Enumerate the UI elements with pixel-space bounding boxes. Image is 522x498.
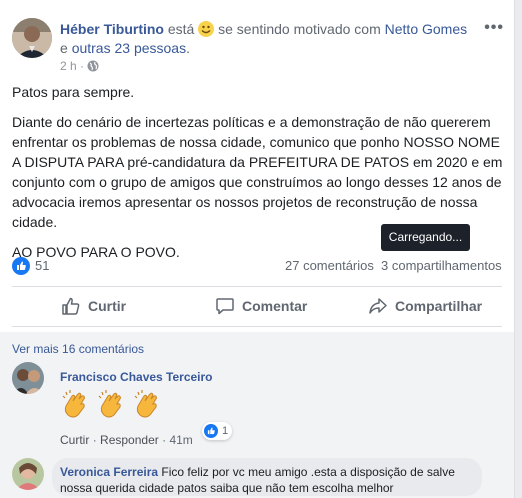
post-options-button[interactable]: ••• bbox=[484, 19, 504, 37]
share-arrow-icon bbox=[369, 298, 387, 314]
share-label: Compartilhar bbox=[395, 298, 483, 314]
commenter-name[interactable]: Veronica Ferreira bbox=[60, 465, 158, 479]
like-reaction-icon bbox=[204, 424, 218, 438]
others-link[interactable]: outras 23 pessoas bbox=[72, 40, 186, 56]
loading-tooltip: Carregando... bbox=[381, 224, 470, 251]
comment-button[interactable]: Comentar bbox=[215, 288, 307, 324]
header-end: . bbox=[186, 40, 190, 56]
share-button[interactable]: Compartilhar bbox=[368, 288, 482, 324]
separator: · bbox=[162, 433, 167, 447]
thumbs-up-icon bbox=[62, 297, 80, 315]
comment-time[interactable]: 41m bbox=[169, 433, 192, 447]
comment-actions: Curtir · Responder · 41m bbox=[60, 433, 193, 447]
comment-count-link[interactable]: 27 comentários bbox=[285, 258, 374, 273]
comment-label: Comentar bbox=[242, 298, 308, 314]
post-header-line: Héber Tiburtino está se sentindo motivad… bbox=[60, 20, 480, 58]
like-button[interactable]: Curtir bbox=[61, 288, 126, 324]
commenter-avatar[interactable] bbox=[12, 362, 44, 394]
divider-bottom bbox=[12, 326, 502, 327]
feeling-text: se sentindo motivado com bbox=[218, 21, 381, 37]
comment-emoji-row bbox=[60, 388, 164, 420]
commenter-name[interactable]: Francisco Chaves Terceiro bbox=[60, 370, 213, 384]
comment-bubble: Veronica Ferreira Fico feliz por vc meu … bbox=[52, 458, 482, 496]
comments-section: Ver mais 16 comentários Francisco Chaves… bbox=[0, 332, 514, 498]
like-reaction-icon[interactable] bbox=[12, 257, 30, 275]
smile-emoji-icon bbox=[198, 21, 215, 37]
header-word: está bbox=[167, 21, 195, 37]
reaction-count[interactable]: 51 bbox=[35, 258, 49, 273]
tagged-person-link[interactable]: Netto Gomes bbox=[385, 21, 467, 37]
comment-reaction-badge[interactable]: 1 bbox=[202, 422, 233, 440]
post-time[interactable]: 2 h · bbox=[60, 59, 84, 73]
post-card: Héber Tiburtino está se sentindo motivad… bbox=[0, 0, 515, 498]
author-name[interactable]: Héber Tiburtino bbox=[60, 21, 164, 37]
post-paragraph-1: Patos para sempre. bbox=[12, 84, 135, 100]
clapping-hands-icon bbox=[98, 390, 122, 418]
clapping-hands-icon bbox=[62, 390, 86, 418]
comment-reaction-count: 1 bbox=[222, 425, 229, 437]
clapping-hands-icon bbox=[134, 390, 158, 418]
post-meta: 2 h · bbox=[60, 59, 99, 73]
divider-top bbox=[12, 286, 502, 287]
post-paragraph-2: Diante do cenário de incertezas política… bbox=[12, 114, 503, 230]
share-count-link[interactable]: 3 compartilhamentos bbox=[381, 258, 502, 273]
separator: · bbox=[92, 433, 97, 447]
like-label: Curtir bbox=[88, 298, 127, 314]
post-actions: Curtir Comentar Compartilhar bbox=[12, 288, 502, 324]
comment-icon bbox=[216, 298, 234, 315]
globe-icon bbox=[87, 60, 99, 72]
comment-like-link[interactable]: Curtir bbox=[60, 433, 89, 447]
view-more-comments-link[interactable]: Ver mais 16 comentários bbox=[12, 342, 144, 356]
reaction-stats: 51 27 comentários 3 compartilhamentos bbox=[12, 256, 502, 276]
commenter-avatar[interactable] bbox=[12, 458, 44, 490]
header-and: e bbox=[60, 40, 68, 56]
author-avatar[interactable] bbox=[12, 18, 52, 58]
comment-reply-link[interactable]: Responder bbox=[100, 433, 159, 447]
